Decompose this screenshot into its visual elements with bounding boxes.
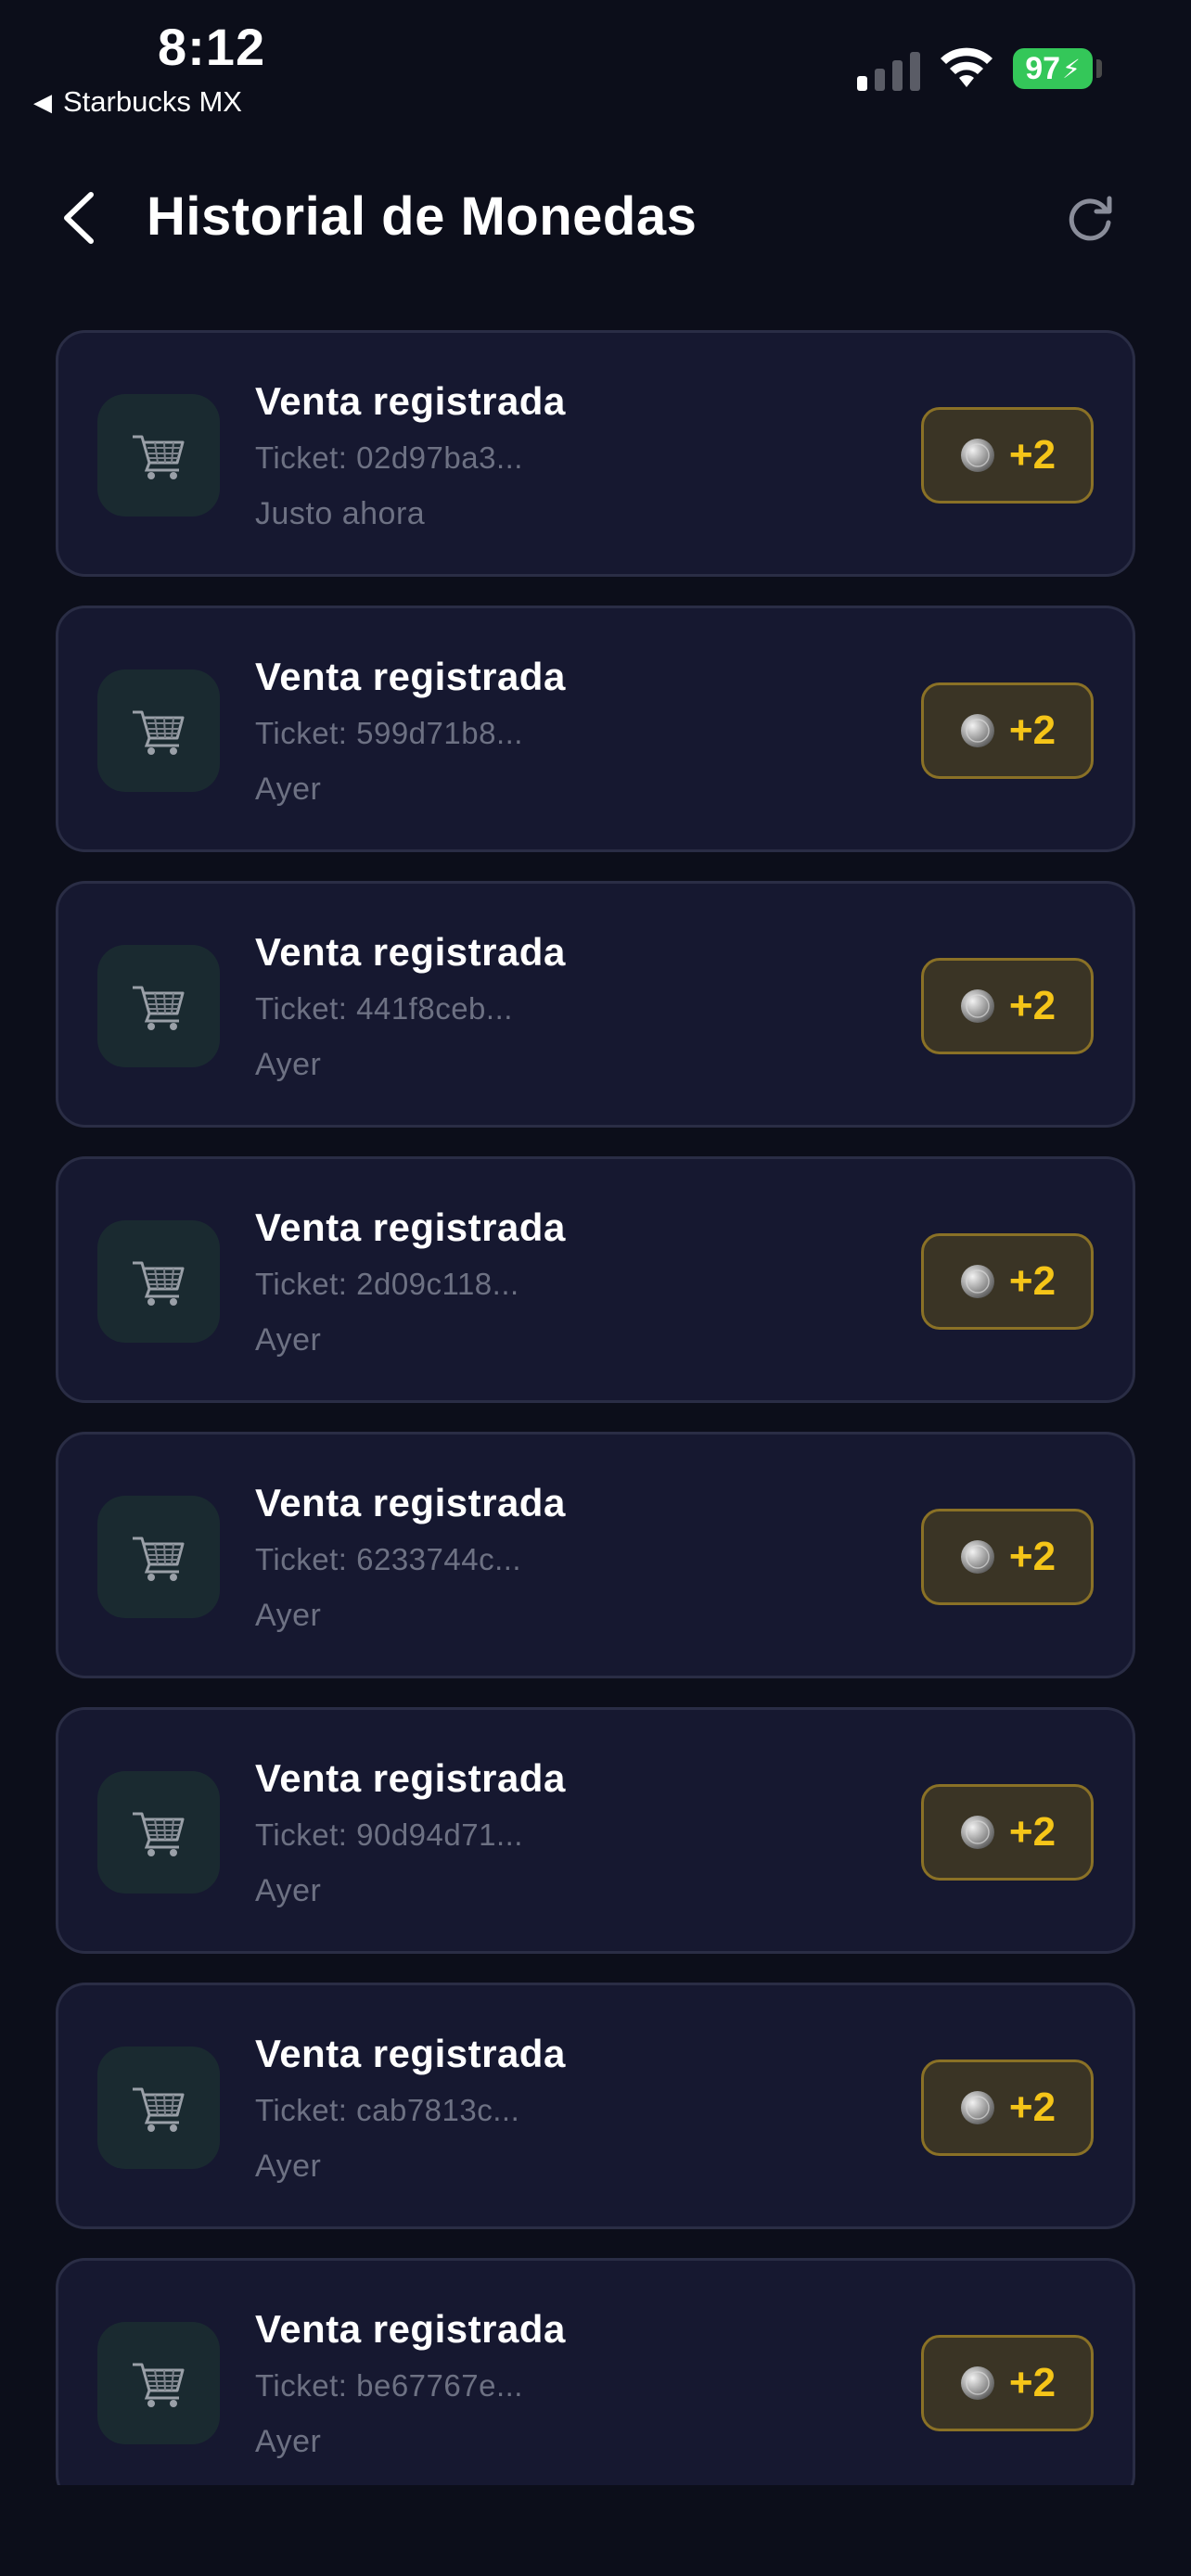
coin-icon [960, 989, 994, 1023]
transaction-ticket: Ticket: be67767e... [255, 2368, 523, 2403]
coin-badge: +2 [921, 1509, 1094, 1605]
coin-amount: +2 [1008, 1534, 1057, 1579]
shopping-cart-icon [133, 1261, 185, 1306]
transaction-title: Venta registrada [255, 379, 566, 423]
coin-badge: +2 [921, 2060, 1094, 2156]
transaction-time: Ayer [255, 1047, 322, 1082]
transaction-card[interactable]: Venta registrada Ticket: 6233744c... Aye… [56, 1432, 1135, 1678]
battery-level: 97 [1025, 50, 1061, 86]
transaction-title: Venta registrada [255, 1205, 566, 1249]
coin-icon [960, 714, 994, 747]
shopping-cart-icon [133, 1537, 185, 1581]
transaction-icon-tile [97, 1771, 220, 1894]
header: Historial de Monedas [0, 167, 1191, 269]
transaction-icon-tile [97, 1220, 220, 1343]
battery-icon: 97 ⚡ [1013, 48, 1093, 89]
status-bar: 8:12 ◀ Starbucks MX 97 ⚡ [0, 0, 1191, 130]
coin-icon [960, 1540, 994, 1574]
coin-amount: +2 [1008, 983, 1057, 1028]
transaction-icon-tile [97, 394, 220, 516]
shopping-cart-icon [133, 986, 185, 1030]
transaction-time: Ayer [255, 2424, 322, 2459]
transaction-card[interactable]: Venta registrada Ticket: 441f8ceb... Aye… [56, 881, 1135, 1128]
transaction-card[interactable]: Venta registrada Ticket: 2d09c118... Aye… [56, 1156, 1135, 1403]
transaction-icon-tile [97, 2322, 220, 2444]
status-time: 8:12 [158, 18, 266, 76]
transaction-ticket: Ticket: 441f8ceb... [255, 991, 513, 1026]
transaction-time: Ayer [255, 1598, 322, 1633]
coin-badge: +2 [921, 1233, 1094, 1330]
transaction-card[interactable]: Venta registrada Ticket: 02d97ba3... Jus… [56, 330, 1135, 577]
transaction-time: Ayer [255, 1873, 322, 1908]
transaction-time: Ayer [255, 1322, 322, 1358]
cellular-signal-icon [857, 48, 920, 91]
transaction-card[interactable]: Venta registrada Ticket: be67767e... Aye… [56, 2258, 1135, 2485]
transaction-ticket: Ticket: 6233744c... [255, 1542, 522, 1576]
transaction-title: Venta registrada [255, 930, 566, 974]
back-app-label: Starbucks MX [63, 85, 242, 118]
transaction-list[interactable]: Venta registrada Ticket: 02d97ba3... Jus… [56, 330, 1135, 2485]
shopping-cart-icon [133, 2363, 185, 2407]
coin-icon [960, 439, 994, 472]
transaction-ticket: Ticket: 599d71b8... [255, 716, 523, 750]
coin-badge: +2 [921, 1784, 1094, 1881]
transaction-ticket: Ticket: 2d09c118... [255, 1267, 519, 1301]
transaction-icon-tile [97, 1496, 220, 1618]
coin-amount: +2 [1008, 2085, 1057, 2130]
back-to-app-link[interactable]: ◀ Starbucks MX [33, 85, 242, 119]
shopping-cart-icon [133, 710, 185, 755]
refresh-icon[interactable] [1063, 193, 1117, 247]
transaction-time: Ayer [255, 2149, 322, 2184]
coin-badge: +2 [921, 958, 1094, 1054]
transaction-icon-tile [97, 670, 220, 792]
shopping-cart-icon [133, 1812, 185, 1856]
coin-history-screen: 8:12 ◀ Starbucks MX 97 ⚡ Historial de Mo… [0, 0, 1191, 2576]
page-title: Historial de Monedas [147, 186, 698, 247]
bottom-area [0, 2485, 1191, 2576]
transaction-title: Venta registrada [255, 1756, 566, 1800]
coin-icon [960, 1816, 994, 1849]
coin-amount: +2 [1008, 1809, 1057, 1855]
transaction-time: Ayer [255, 772, 322, 807]
coin-badge: +2 [921, 2335, 1094, 2431]
coin-amount: +2 [1008, 708, 1057, 753]
transaction-title: Venta registrada [255, 2307, 566, 2351]
transaction-title: Venta registrada [255, 2032, 566, 2075]
coin-badge: +2 [921, 682, 1094, 779]
coin-icon [960, 1265, 994, 1298]
transaction-title: Venta registrada [255, 655, 566, 698]
coin-amount: +2 [1008, 432, 1057, 478]
transaction-time: Justo ahora [255, 496, 426, 531]
battery-tip [1096, 59, 1102, 78]
transaction-ticket: Ticket: 02d97ba3... [255, 440, 523, 475]
coin-badge: +2 [921, 407, 1094, 504]
transaction-title: Venta registrada [255, 1481, 566, 1524]
transaction-icon-tile [97, 945, 220, 1067]
coin-icon [960, 2091, 994, 2124]
transaction-ticket: Ticket: cab7813c... [255, 2093, 520, 2127]
transaction-card[interactable]: Venta registrada Ticket: 90d94d71... Aye… [56, 1707, 1135, 1954]
transaction-icon-tile [97, 2047, 220, 2169]
shopping-cart-icon [133, 2087, 185, 2132]
coin-amount: +2 [1008, 2360, 1057, 2405]
transaction-card[interactable]: Venta registrada Ticket: 599d71b8... Aye… [56, 606, 1135, 852]
coin-amount: +2 [1008, 1258, 1057, 1304]
shopping-cart-icon [133, 435, 185, 479]
charging-bolt-icon: ⚡ [1062, 54, 1081, 83]
transaction-ticket: Ticket: 90d94d71... [255, 1817, 523, 1852]
transaction-card[interactable]: Venta registrada Ticket: cab7813c... Aye… [56, 1983, 1135, 2229]
back-triangle-icon: ◀ [33, 87, 52, 116]
wifi-icon [941, 47, 992, 87]
chevron-left-icon[interactable] [54, 187, 109, 249]
coin-icon [960, 2366, 994, 2400]
